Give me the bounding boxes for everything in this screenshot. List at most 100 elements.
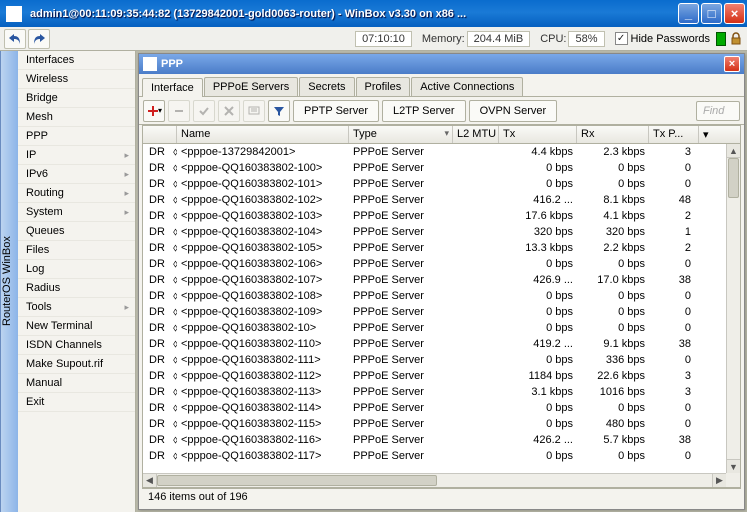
comment-button[interactable] [243,100,265,122]
sidebar-item-mesh[interactable]: Mesh [18,108,135,127]
table-row[interactable]: DR⬨⬨<pppoe-QQ160383802-100>PPPoE Server0… [143,160,726,176]
row-txp: 3 [649,370,699,382]
hide-passwords-checkbox[interactable]: ✓Hide Passwords [615,32,710,45]
sidebar-item-ppp[interactable]: PPP [18,127,135,146]
table-row[interactable]: DR⬨⬨<pppoe-QQ160383802-115>PPPoE Server0… [143,416,726,432]
sidebar-item-ipv6[interactable]: IPv6 [18,165,135,184]
row-tx: 419.2 ... [499,338,577,350]
table-row[interactable]: DR⬨⬨<pppoe-QQ160383802-114>PPPoE Server0… [143,400,726,416]
sidebar-item-interfaces[interactable]: Interfaces [18,51,135,70]
table-row[interactable]: DR⬨⬨<pppoe-QQ160383802-111>PPPoE Server0… [143,352,726,368]
row-rx: 480 bps [577,418,649,430]
scroll-up-icon[interactable]: ▲ [727,144,740,158]
row-rx: 17.0 kbps [577,274,649,286]
table-row[interactable]: DR⬨⬨<pppoe-QQ160383802-109>PPPoE Server0… [143,304,726,320]
scroll-right-icon[interactable]: ▶ [712,474,726,487]
sidebar-item-bridge[interactable]: Bridge [18,89,135,108]
col-type[interactable]: Type [349,126,453,143]
find-input[interactable]: Find [696,101,740,121]
table-row[interactable]: DR⬨⬨<pppoe-QQ160383802-105>PPPoE Server1… [143,240,726,256]
col-name[interactable]: Name [177,126,349,143]
row-type: PPPoE Server [349,418,453,430]
col-txp[interactable]: Tx P... [649,126,699,143]
close-button[interactable]: × [724,3,745,24]
table-row[interactable]: DR⬨⬨<pppoe-QQ160383802-112>PPPoE Server1… [143,368,726,384]
table-row[interactable]: DR⬨⬨<pppoe-QQ160383802-106>PPPoE Server0… [143,256,726,272]
table-row[interactable]: DR⬨⬨<pppoe-QQ160383802-107>PPPoE Server4… [143,272,726,288]
table-row[interactable]: DR⬨⬨<pppoe-QQ160383802-110>PPPoE Server4… [143,336,726,352]
sidebar-item-new-terminal[interactable]: New Terminal [18,317,135,336]
tab-pppoe-servers[interactable]: PPPoE Servers [204,77,298,96]
table-row[interactable]: DR⬨⬨<pppoe-QQ160383802-108>PPPoE Server0… [143,288,726,304]
sidebar-item-files[interactable]: Files [18,241,135,260]
row-rx: 0 bps [577,450,649,462]
undo-button[interactable] [4,29,26,49]
ppp-window-close-button[interactable]: × [724,56,740,72]
sidebar-item-ip[interactable]: IP [18,146,135,165]
table-row[interactable]: DR⬨⬨<pppoe-QQ160383802-104>PPPoE Server3… [143,224,726,240]
table-row[interactable]: DR⬨⬨<pppoe-QQ160383802-113>PPPoE Server3… [143,384,726,400]
disable-button[interactable] [218,100,240,122]
sidebar-item-exit[interactable]: Exit [18,393,135,412]
row-name: <pppoe-QQ160383802-10> [177,322,349,334]
maximize-button[interactable]: □ [701,3,722,24]
sidebar-item-log[interactable]: Log [18,260,135,279]
scroll-thumb[interactable] [728,158,739,198]
table-row[interactable]: DR⬨⬨<pppoe-QQ160383802-102>PPPoE Server4… [143,192,726,208]
row-rx: 0 bps [577,290,649,302]
sidebar-item-isdn-channels[interactable]: ISDN Channels [18,336,135,355]
hscroll-thumb[interactable] [157,475,437,486]
col-rx[interactable]: Rx [577,126,649,143]
link-icon: ⬨⬨ [169,162,177,175]
table-row[interactable]: DR⬨⬨<pppoe-13729842001>PPPoE Server4.4 k… [143,144,726,160]
sidebar-item-make-supout-rif[interactable]: Make Supout.rif [18,355,135,374]
sidebar-item-manual[interactable]: Manual [18,374,135,393]
pptp-server-button[interactable]: PPTP Server [293,100,379,122]
row-name: <pppoe-QQ160383802-106> [177,258,349,270]
tab-interface[interactable]: Interface [142,78,203,97]
l2tp-server-button[interactable]: L2TP Server [382,100,466,122]
status-led-icon [716,32,726,46]
row-txp: 0 [649,322,699,334]
table-row[interactable]: DR⬨⬨<pppoe-QQ160383802-10>PPPoE Server0 … [143,320,726,336]
sidebar-item-system[interactable]: System [18,203,135,222]
row-tx: 0 bps [499,418,577,430]
horizontal-scrollbar[interactable]: ◀ ▶ [143,473,726,487]
table-row[interactable]: DR⬨⬨<pppoe-QQ160383802-101>PPPoE Server0… [143,176,726,192]
link-icon: ⬨⬨ [169,354,177,367]
ppp-window-titlebar[interactable]: PPP × [139,54,744,74]
add-button[interactable]: ▾ [143,100,165,122]
row-flag: DR [143,226,169,238]
table-row[interactable]: DR⬨⬨<pppoe-QQ160383802-116>PPPoE Server4… [143,432,726,448]
vertical-scrollbar[interactable]: ▲ ▼ [726,144,740,473]
enable-button[interactable] [193,100,215,122]
minimize-button[interactable]: _ [678,3,699,24]
sidebar-item-queues[interactable]: Queues [18,222,135,241]
sidebar-item-tools[interactable]: Tools [18,298,135,317]
row-txp: 3 [649,146,699,158]
redo-button[interactable] [28,29,50,49]
link-icon: ⬨⬨ [169,178,177,191]
tab-secrets[interactable]: Secrets [299,77,354,96]
tab-active-connections[interactable]: Active Connections [411,77,523,96]
tab-profiles[interactable]: Profiles [356,77,411,96]
row-flag: DR [143,194,169,206]
link-icon: ⬨⬨ [169,418,177,431]
row-name: <pppoe-13729842001> [177,146,349,158]
table-row[interactable]: DR⬨⬨<pppoe-QQ160383802-103>PPPoE Server1… [143,208,726,224]
sidebar-item-radius[interactable]: Radius [18,279,135,298]
col-l2mtu[interactable]: L2 MTU [453,126,499,143]
row-tx: 426.9 ... [499,274,577,286]
remove-button[interactable] [168,100,190,122]
col-menu-button[interactable]: ▾ [699,126,740,143]
sidebar-item-wireless[interactable]: Wireless [18,70,135,89]
row-flag: DR [143,354,169,366]
sidebar-item-routing[interactable]: Routing [18,184,135,203]
scroll-down-icon[interactable]: ▼ [727,459,740,473]
table-row[interactable]: DR⬨⬨<pppoe-QQ160383802-117>PPPoE Server0… [143,448,726,464]
row-tx: 4.4 kbps [499,146,577,158]
col-tx[interactable]: Tx [499,126,577,143]
ovpn-server-button[interactable]: OVPN Server [469,100,558,122]
scroll-left-icon[interactable]: ◀ [143,474,157,487]
filter-button[interactable] [268,100,290,122]
